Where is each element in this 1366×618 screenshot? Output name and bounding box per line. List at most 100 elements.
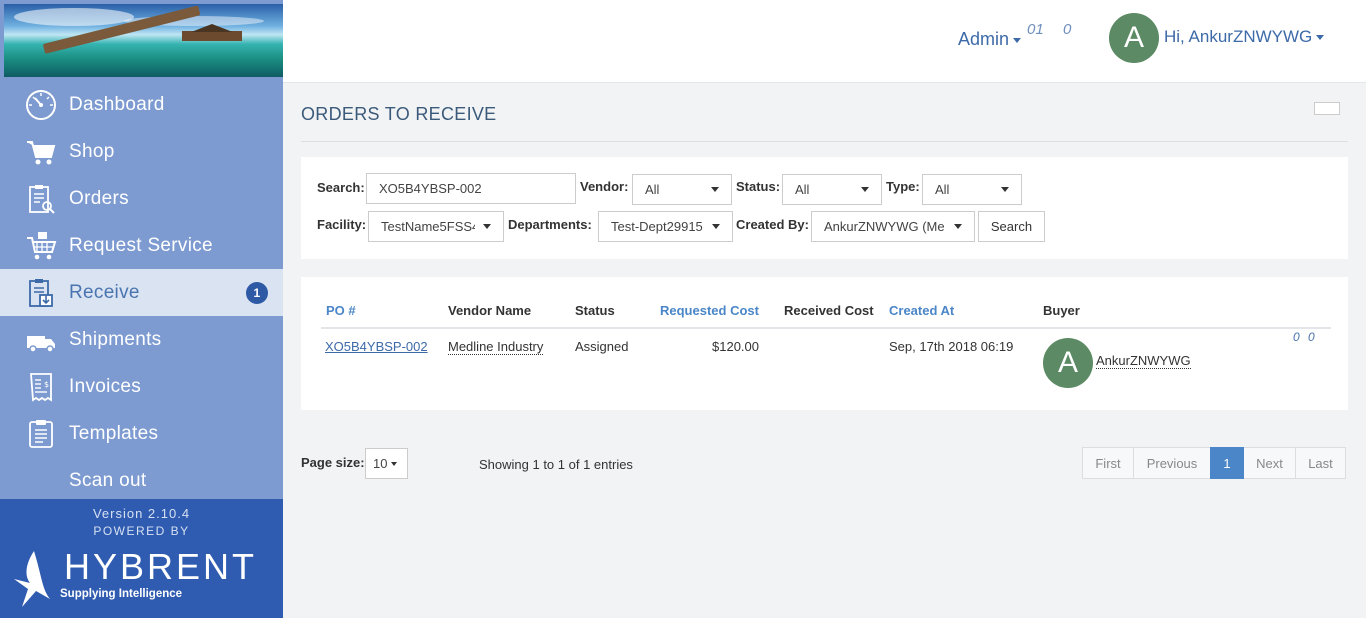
sidebar-item-label: Scan out — [69, 469, 147, 491]
page-previous-button[interactable]: Previous — [1133, 447, 1211, 479]
chevron-down-icon — [391, 461, 398, 466]
chevron-down-icon — [1001, 187, 1009, 192]
facility-select[interactable]: TestName5FSS4 — [368, 211, 504, 242]
orders-icon — [24, 182, 58, 216]
entries-info: Showing 1 to 1 of 1 entries — [479, 457, 633, 472]
created-at-cell: Sep, 17th 2018 06:19 — [889, 339, 1014, 354]
sidebar-item-request-service[interactable]: Request Service — [0, 222, 283, 269]
user-menu[interactable]: Hi, AnkurZNWYWG — [1164, 27, 1325, 47]
column-header-received-cost: Received Cost — [784, 303, 874, 318]
sidebar-item-dashboard[interactable]: Dashboard — [0, 81, 283, 128]
admin-menu[interactable]: Admin — [958, 29, 1022, 50]
sidebar: Dashboard Shop Orders Request Service Re… — [0, 0, 283, 618]
page-size-select[interactable]: 10 — [365, 448, 408, 479]
sidebar-item-label: Orders — [69, 187, 129, 209]
divider — [301, 141, 1348, 142]
search-button[interactable]: Search — [978, 211, 1045, 242]
sidebar-item-label: Shipments — [69, 328, 162, 350]
invoice-icon: $ — [24, 370, 58, 404]
sidebar-item-label: Receive — [69, 281, 140, 303]
column-header-po[interactable]: PO # — [326, 303, 356, 318]
facility-label: Facility: — [317, 217, 367, 232]
truck-icon — [24, 323, 58, 357]
page-last-button[interactable]: Last — [1295, 447, 1346, 479]
brand-tagline: Supplying Intelligence — [60, 588, 183, 600]
brand-name: HYBRENT — [64, 546, 258, 587]
hybrent-bird-icon — [14, 551, 50, 607]
chevron-down-icon — [861, 187, 869, 192]
sidebar-item-label: Request Service — [69, 234, 213, 256]
sidebar-item-scan-out[interactable]: Scan out — [0, 457, 283, 504]
cart-icon — [24, 135, 58, 169]
header-count-b: 0 — [1063, 21, 1072, 38]
sidebar-item-orders[interactable]: Orders — [0, 175, 283, 222]
vendor-label: Vendor: — [580, 179, 629, 194]
row-count-a: 0 — [1293, 330, 1300, 344]
sidebar-item-receive[interactable]: Receive 1 — [0, 269, 283, 316]
sidebar-item-label: Templates — [69, 422, 159, 444]
sidebar-item-shop[interactable]: Shop — [0, 128, 283, 175]
status-label: Status: — [736, 179, 781, 194]
buyer-name-cell[interactable]: AnkurZNWYWG — [1096, 353, 1191, 369]
sidebar-item-label: Shop — [69, 140, 115, 162]
column-header-status: Status — [575, 303, 615, 318]
header-banner-image — [4, 4, 283, 77]
buyer-avatar: A — [1043, 338, 1093, 388]
requested-cost-cell: $120.00 — [712, 339, 759, 354]
type-label: Type: — [886, 179, 920, 194]
column-header-requested-cost[interactable]: Requested Cost — [660, 303, 759, 318]
powered-by-label: POWERED BY — [93, 524, 190, 538]
chevron-down-icon — [1013, 37, 1022, 43]
page-size-label: Page size: — [301, 455, 365, 470]
sidebar-item-label: Invoices — [69, 375, 142, 397]
search-input[interactable]: XO5B4YBSP-002 — [366, 173, 576, 204]
header-count-a: 01 — [1027, 21, 1044, 38]
svg-text:$: $ — [44, 380, 49, 389]
departments-label: Departments: — [508, 217, 592, 232]
search-label: Search: — [317, 180, 365, 195]
po-number-link[interactable]: XO5B4YBSP-002 — [325, 339, 428, 354]
sidebar-item-shipments[interactable]: Shipments — [0, 316, 283, 363]
vendor-name-cell[interactable]: Medline Industry — [448, 339, 544, 355]
sidebar-nav: Dashboard Shop Orders Request Service Re… — [0, 81, 283, 504]
dashboard-icon — [24, 88, 58, 122]
column-header-buyer: Buyer — [1043, 303, 1080, 318]
chevron-down-icon — [711, 187, 719, 192]
request-service-icon — [24, 229, 58, 263]
receive-icon — [24, 276, 58, 310]
page-1-button[interactable]: 1 — [1210, 447, 1244, 479]
receive-count-badge: 1 — [246, 282, 268, 304]
chevron-down-icon — [712, 224, 720, 229]
chevron-down-icon — [954, 224, 962, 229]
sidebar-item-templates[interactable]: Templates — [0, 410, 283, 457]
templates-icon — [24, 417, 58, 451]
type-select[interactable]: All — [922, 174, 1022, 205]
avatar[interactable]: A — [1109, 13, 1159, 63]
column-header-created-at[interactable]: Created At — [889, 303, 954, 318]
column-header-vendor: Vendor Name — [448, 303, 532, 318]
departments-select[interactable]: Test-Dept29915 — [598, 211, 733, 242]
row-count-b: 0 — [1308, 330, 1315, 344]
top-header: Admin 01 0 A Hi, AnkurZNWYWG — [283, 0, 1366, 83]
status-select[interactable]: All — [782, 174, 882, 205]
page-first-button[interactable]: First — [1082, 447, 1134, 479]
filter-panel: Search: XO5B4YBSP-002 Vendor: All Status… — [301, 157, 1348, 259]
chevron-down-icon — [483, 224, 491, 229]
created-by-select[interactable]: AnkurZNWYWG (Me — [811, 211, 975, 242]
sidebar-footer: Version 2.10.4 POWERED BY HYBRENT Supply… — [0, 499, 283, 618]
page-title: ORDERS TO RECEIVE — [301, 104, 497, 124]
created-by-label: Created By: — [736, 217, 809, 232]
orders-table: PO # Vendor Name Status Requested Cost R… — [301, 277, 1348, 410]
status-cell: Assigned — [575, 339, 629, 354]
hybrent-logo: HYBRENT Supplying Intelligence — [12, 549, 257, 609]
admin-label: Admin — [958, 29, 1010, 49]
page-next-button[interactable]: Next — [1243, 447, 1296, 479]
app-version: Version 2.10.4 — [92, 506, 191, 521]
vendor-select[interactable]: All — [632, 174, 732, 205]
collapse-toggle-button[interactable] — [1314, 102, 1340, 115]
sidebar-item-label: Dashboard — [69, 93, 165, 115]
sidebar-item-invoices[interactable]: $ Invoices — [0, 363, 283, 410]
table-header-divider — [321, 327, 1331, 329]
chevron-down-icon — [1316, 35, 1325, 41]
pagination: First Previous 1 Next Last — [1082, 447, 1346, 479]
